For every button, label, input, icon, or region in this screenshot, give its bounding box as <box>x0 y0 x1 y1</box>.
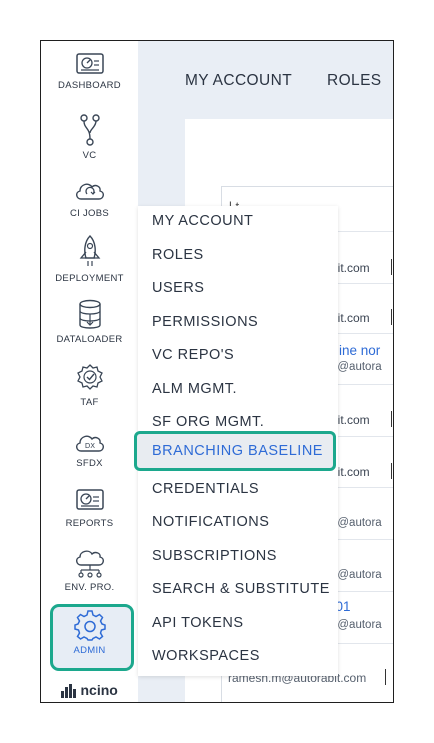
sidebar-item-label: ENV. PRO. <box>64 582 115 593</box>
sidebar-item-ci-jobs[interactable]: CI JOBS <box>41 177 138 233</box>
env-cloud-icon <box>75 550 104 578</box>
sidebar-item-label: CI JOBS <box>69 208 110 219</box>
rocket-icon <box>79 235 100 266</box>
sidebar-item-deployment[interactable]: DEPLOYMENT <box>41 234 138 290</box>
table-cell-email: ri@autora <box>331 361 382 373</box>
sidebar-item-vc[interactable]: VC <box>41 113 138 169</box>
cell-separator <box>385 669 386 685</box>
tab-my-account[interactable]: MY ACCOUNT <box>185 72 292 90</box>
menu-item-alm-mgmt[interactable]: ALM MGMT. <box>152 381 237 397</box>
menu-item-my-account[interactable]: MY ACCOUNT <box>152 213 253 229</box>
sidebar-item-dataloader[interactable]: DATALOADER <box>41 299 138 355</box>
logo-bars-icon <box>61 684 76 698</box>
sidebar-item-label: DASHBOARD <box>58 80 121 91</box>
menu-item-sf-org-mgmt[interactable]: SF ORG MGMT. <box>152 414 264 430</box>
menu-item-label: BRANCHING BASELINE <box>152 443 323 459</box>
sidebar-item-label: DEPLOYMENT <box>55 273 124 284</box>
table-cell-email: ri@autora <box>331 619 382 631</box>
menu-item-users[interactable]: USERS <box>152 280 204 296</box>
database-icon <box>78 299 101 329</box>
gear-icon <box>73 610 106 641</box>
table-cell-email: ri@autora <box>331 517 382 529</box>
dashboard-icon <box>75 53 104 74</box>
menu-item-roles[interactable]: ROLES <box>152 247 204 263</box>
menu-item-notifications[interactable]: NOTIFICATIONS <box>152 514 269 530</box>
sidebar-item-label: SFDX <box>76 458 103 469</box>
menu-item-search-substitute[interactable]: SEARCH & SUBSTITUTE <box>152 581 330 597</box>
sidebar-item-label: VC <box>82 150 97 161</box>
svg-text:DX: DX <box>84 442 94 450</box>
cell-separator <box>391 463 392 479</box>
table-cell-link[interactable]: ine nor <box>339 343 380 358</box>
table-cell-email: ri@autora <box>331 569 382 581</box>
logo-text: ncino <box>80 682 118 698</box>
sidebar-item-label: DATALOADER <box>56 334 123 345</box>
sidebar: DASHBOARD VC CI JOBS DEPLOYMENT DATALOAD… <box>41 41 138 702</box>
sidebar-item-dashboard[interactable]: DASHBOARD <box>41 53 138 109</box>
sidebar-item-label: TAF <box>80 397 99 408</box>
sidebar-item-label: REPORTS <box>65 518 114 529</box>
sidebar-item-sfdx[interactable]: DX SFDX <box>41 429 138 485</box>
sidebar-item-taf[interactable]: TAF <box>41 362 138 418</box>
menu-item-vc-repos[interactable]: VC REPO'S <box>152 347 234 363</box>
app-frame: MY ACCOUNT ROLES l t bit.com bit.com ine… <box>40 40 394 703</box>
menu-item-workspaces[interactable]: WORKSPACES <box>152 648 260 664</box>
taf-gear-check-icon <box>76 364 103 390</box>
sidebar-item-label: ADMIN <box>73 645 106 656</box>
menu-item-branching-baseline[interactable]: BRANCHING BASELINE <box>134 431 336 471</box>
top-navigation: MY ACCOUNT ROLES <box>138 41 393 119</box>
sidebar-item-reports[interactable]: REPORTS <box>41 489 138 545</box>
version-control-icon <box>79 114 100 146</box>
menu-item-credentials[interactable]: CREDENTIALS <box>152 481 259 497</box>
sidebar-item-admin[interactable]: ADMIN <box>41 610 138 666</box>
menu-item-permissions[interactable]: PERMISSIONS <box>152 314 258 330</box>
ci-jobs-cloud-icon <box>75 183 104 200</box>
cell-separator <box>391 259 392 275</box>
sidebar-item-env-pro[interactable]: ENV. PRO. <box>41 549 138 605</box>
ncino-logo: ncino <box>61 682 118 698</box>
menu-item-api-tokens[interactable]: API TOKENS <box>152 615 244 631</box>
reports-icon <box>75 489 104 510</box>
cell-separator <box>391 309 392 325</box>
sfdx-cloud-icon: DX <box>75 435 104 452</box>
menu-item-subscriptions[interactable]: SUBSCRIPTIONS <box>152 548 277 564</box>
tab-roles[interactable]: ROLES <box>327 72 382 90</box>
cell-separator <box>391 411 392 427</box>
